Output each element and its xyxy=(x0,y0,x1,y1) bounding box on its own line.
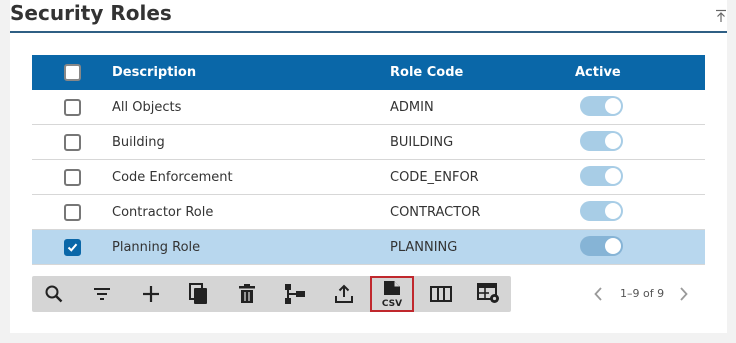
chevron-right-icon xyxy=(680,287,688,301)
filter-button[interactable] xyxy=(84,276,120,312)
table-settings-icon xyxy=(477,283,499,303)
export-icon xyxy=(335,284,353,303)
role-code-cell: ADMIN xyxy=(390,100,434,115)
role-code-cell: BUILDING xyxy=(390,135,454,150)
search-icon xyxy=(45,285,63,303)
toggle-knob xyxy=(605,203,621,219)
toggle-knob xyxy=(605,168,621,184)
row-checkbox[interactable] xyxy=(64,134,81,151)
select-all-checkbox[interactable] xyxy=(64,64,81,81)
description-cell: Code Enforcement xyxy=(112,170,233,185)
toggle-knob xyxy=(605,238,621,254)
delete-icon xyxy=(239,284,255,303)
table-settings-button[interactable] xyxy=(471,276,507,312)
toggle-knob xyxy=(605,98,621,114)
table-row[interactable]: Contractor Role CONTRACTOR xyxy=(32,195,705,230)
delete-button[interactable] xyxy=(229,276,265,312)
row-checkbox[interactable] xyxy=(64,204,81,221)
copy-button[interactable] xyxy=(181,276,217,312)
table-row[interactable]: All Objects ADMIN xyxy=(32,90,705,125)
add-icon xyxy=(143,286,159,302)
row-checkbox-checked[interactable] xyxy=(64,239,81,256)
csv-export-icon: CSV xyxy=(382,281,402,308)
hierarchy-button[interactable] xyxy=(277,276,313,312)
role-code-cell: CODE_ENFOR xyxy=(390,170,479,185)
active-toggle[interactable] xyxy=(580,201,623,221)
security-roles-table: Description Role Code Active All Objects… xyxy=(32,55,705,265)
page-count: 1–9 of 9 xyxy=(620,287,665,300)
previous-page-button[interactable] xyxy=(592,285,606,303)
title-divider xyxy=(10,31,727,33)
next-page-button[interactable] xyxy=(676,285,690,303)
hierarchy-icon xyxy=(285,284,305,304)
chevron-left-icon xyxy=(594,287,602,301)
active-toggle[interactable] xyxy=(580,131,623,151)
table-header: Description Role Code Active xyxy=(32,55,705,90)
copy-icon xyxy=(189,283,207,304)
table-row-selected[interactable]: Planning Role PLANNING xyxy=(32,230,705,265)
active-toggle[interactable] xyxy=(580,96,623,116)
table-toolbar: CSV xyxy=(32,276,511,312)
description-cell: Contractor Role xyxy=(112,205,214,220)
csv-export-button[interactable]: CSV xyxy=(370,276,414,312)
page-title: Security Roles xyxy=(10,1,172,25)
svg-text:CSV: CSV xyxy=(382,299,402,308)
role-code-cell: CONTRACTOR xyxy=(390,205,481,220)
toggle-knob xyxy=(605,133,621,149)
description-cell: Planning Role xyxy=(112,240,201,255)
columns-button[interactable] xyxy=(423,276,459,312)
checkmark-icon xyxy=(67,243,78,252)
search-button[interactable] xyxy=(36,276,72,312)
column-header-role-code[interactable]: Role Code xyxy=(390,55,463,90)
collapse-to-top-icon[interactable] xyxy=(714,9,728,23)
table-row[interactable]: Code Enforcement CODE_ENFOR xyxy=(32,160,705,195)
filter-icon xyxy=(94,288,110,300)
columns-icon xyxy=(430,286,452,302)
table-row[interactable]: Building BUILDING xyxy=(32,125,705,160)
row-checkbox[interactable] xyxy=(64,169,81,186)
row-checkbox[interactable] xyxy=(64,99,81,116)
role-code-cell: PLANNING xyxy=(390,240,458,255)
column-header-active[interactable]: Active xyxy=(575,55,621,90)
active-toggle[interactable] xyxy=(580,236,623,256)
active-toggle[interactable] xyxy=(580,166,623,186)
description-cell: Building xyxy=(112,135,165,150)
export-button[interactable] xyxy=(326,276,362,312)
description-cell: All Objects xyxy=(112,100,182,115)
add-button[interactable] xyxy=(133,276,169,312)
column-header-description[interactable]: Description xyxy=(112,55,196,90)
